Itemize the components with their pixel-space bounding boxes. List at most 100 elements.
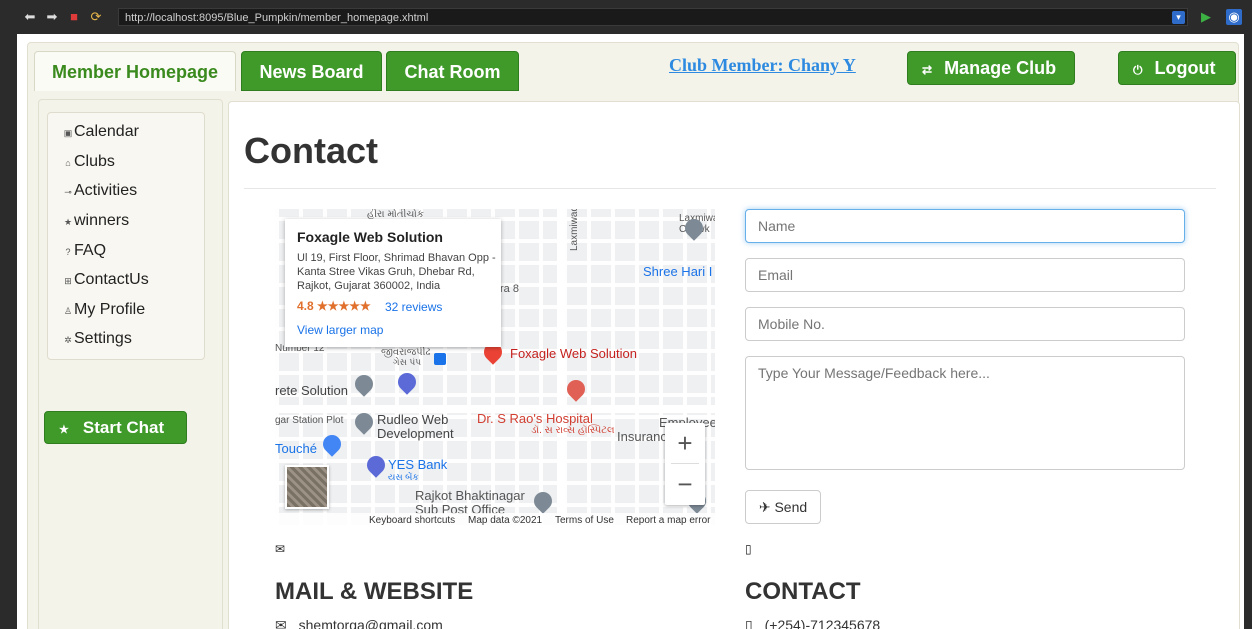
sidebar-item-label: ContactUs bbox=[74, 271, 149, 288]
sidebar-item-contactus[interactable]: ⊞ ContactUs bbox=[62, 271, 149, 289]
place-name: Foxagle Web Solution bbox=[297, 229, 443, 245]
dropdown-arrow-icon[interactable]: ▾ bbox=[1172, 11, 1185, 24]
manage-club-label: Manage Club bbox=[944, 58, 1057, 78]
satellite-toggle-thumbnail[interactable] bbox=[285, 465, 329, 509]
user-icon: ♙ bbox=[63, 306, 73, 316]
tab-member-homepage-label: Member Homepage bbox=[51, 62, 219, 82]
map-label: Rudleo Web Development bbox=[377, 412, 454, 441]
sidebar-item-activities[interactable]: ⊸ Activities bbox=[62, 182, 137, 200]
map-label: rete Solution bbox=[275, 383, 348, 398]
google-map[interactable]: હીરા મોતીચોક ra 8 Laxmiwa Chowk Shree Ha… bbox=[275, 209, 715, 529]
star-icon: ★ bbox=[59, 424, 69, 436]
sidebar-item-label: winners bbox=[74, 212, 130, 229]
email-address[interactable]: shemtorga@gmail.com bbox=[299, 617, 443, 629]
map-marker-label: Foxagle Web Solution bbox=[510, 346, 637, 361]
sidebar-item-clubs[interactable]: ⌂ Clubs bbox=[62, 153, 115, 171]
zoom-in-icon[interactable]: + bbox=[665, 423, 705, 463]
sidebar-menu: ▣ Calendar ⌂ Clubs ⊸ Activities ★ winners ? F… bbox=[47, 112, 205, 360]
map-label: Laxmiwadi 10 bbox=[569, 209, 580, 251]
email-input[interactable] bbox=[745, 258, 1185, 292]
sidebar-item-calendar[interactable]: ▣ Calendar bbox=[62, 123, 139, 141]
start-chat-button[interactable]: ★ Start Chat bbox=[44, 411, 187, 444]
question-icon: ? bbox=[65, 247, 71, 257]
paper-plane-icon: ✈ bbox=[758, 499, 771, 515]
tab-member-homepage[interactable]: Member Homepage bbox=[34, 51, 236, 91]
stop-icon[interactable]: ■ bbox=[66, 9, 82, 25]
map-label: ગેસ પંપ bbox=[393, 357, 422, 367]
map-info-card: Foxagle Web Solution Ul 19, First Floor,… bbox=[285, 219, 501, 347]
envelope-icon: ✉ bbox=[275, 542, 286, 556]
manage-club-button[interactable]: ⇄ Manage Club bbox=[907, 51, 1075, 85]
message-textarea[interactable] bbox=[745, 356, 1185, 470]
mobile-input[interactable] bbox=[745, 307, 1185, 341]
place-address: Ul 19, First Floor, Shrimad Bhavan Opp -… bbox=[297, 252, 496, 292]
ide-right-gutter bbox=[1244, 34, 1252, 629]
send-label: Send bbox=[774, 499, 808, 515]
ide-left-gutter bbox=[0, 0, 17, 629]
sidebar: ▣ Calendar ⌂ Clubs ⊸ Activities ★ winners ? F… bbox=[38, 99, 223, 629]
back-arrow-icon[interactable]: ⬅ bbox=[22, 9, 38, 25]
home-icon: ⌂ bbox=[65, 158, 71, 168]
gear-icon: ✲ bbox=[64, 335, 72, 345]
phone-number: (+254)-712345678 bbox=[764, 617, 881, 629]
place-rating: 4.8 ★★★★★ bbox=[297, 299, 371, 313]
sidebar-item-label: Clubs bbox=[74, 153, 115, 170]
map-label: ra 8 bbox=[500, 283, 519, 295]
address-bar[interactable]: http://localhost:8095/Blue_Pumpkin/membe… bbox=[118, 8, 1188, 26]
sidebar-item-faq[interactable]: ? FAQ bbox=[62, 242, 106, 260]
start-chat-label: Start Chat bbox=[82, 418, 165, 437]
power-icon: ⏻ bbox=[1133, 63, 1143, 77]
map-label: Dr. S Rao's Hospital bbox=[477, 411, 593, 426]
sidebar-item-settings[interactable]: ✲ Settings bbox=[62, 330, 132, 348]
main-content: Contact હીરા મોતીચોક ra 8 Laxmiwa Chowk … bbox=[228, 101, 1240, 629]
keyboard-shortcuts-link[interactable]: Keyboard shortcuts bbox=[369, 515, 455, 526]
refresh-icon[interactable]: ⟳ bbox=[88, 9, 104, 25]
map-label: YES Bank bbox=[388, 457, 448, 472]
mail-website-heading: MAIL & WEBSITE bbox=[275, 578, 474, 605]
terms-of-use-link[interactable]: Terms of Use bbox=[555, 515, 614, 526]
zoom-out-icon[interactable]: − bbox=[665, 464, 705, 504]
report-map-error-link[interactable]: Report a map error bbox=[626, 515, 710, 526]
tab-chat-room[interactable]: Chat Room bbox=[386, 51, 519, 91]
bus-stop-icon bbox=[434, 353, 446, 365]
mobile-phone-icon: ▯ bbox=[745, 542, 752, 556]
sidebar-item-winners[interactable]: ★ winners bbox=[62, 212, 129, 230]
phone-row: ▯ (+254)-712345678 bbox=[745, 617, 880, 629]
sidebar-item-label: Activities bbox=[74, 182, 138, 199]
tab-news-board[interactable]: News Board bbox=[241, 51, 382, 91]
map-data-text: Map data ©2021 bbox=[468, 515, 543, 526]
forward-arrow-icon[interactable]: ➡ bbox=[44, 9, 60, 25]
sidebar-item-label: FAQ bbox=[74, 242, 107, 259]
view-larger-map-link[interactable]: View larger map bbox=[297, 323, 383, 337]
contact-card-icon: ⊞ bbox=[64, 276, 72, 286]
sidebar-item-label: Calendar bbox=[74, 123, 139, 140]
map-label: gar Station Plot bbox=[275, 415, 344, 426]
map-zoom-control: + − bbox=[665, 423, 705, 505]
page: Member Homepage News Board Chat Room Clu… bbox=[17, 34, 1244, 629]
map-footer: Keyboard shortcuts Map data ©2021 Terms … bbox=[275, 513, 715, 529]
divider bbox=[244, 188, 1216, 189]
page-title: Contact bbox=[244, 130, 378, 171]
app-shell: Member Homepage News Board Chat Room Clu… bbox=[27, 42, 1240, 629]
name-input[interactable] bbox=[745, 209, 1185, 243]
club-member-link[interactable]: Club Member: Chany Y bbox=[669, 55, 856, 76]
envelope-icon: ✉ bbox=[275, 617, 287, 629]
map-road bbox=[557, 209, 565, 529]
address-url: http://localhost:8095/Blue_Pumpkin/membe… bbox=[125, 12, 429, 24]
sidebar-item-my-profile[interactable]: ♙ My Profile bbox=[62, 301, 145, 319]
reviews-link[interactable]: 32 reviews bbox=[385, 300, 442, 314]
map-label: ડૉ. સ રાવ્સ હૉસ્પિટલ bbox=[531, 425, 615, 436]
map-label: યસ બેંક bbox=[388, 472, 419, 482]
logout-button[interactable]: ⏻ Logout bbox=[1118, 51, 1236, 85]
star-icon: ★ bbox=[63, 217, 73, 227]
tab-news-board-label: News Board bbox=[259, 62, 364, 82]
email-row: ✉ shemtorga@gmail.com bbox=[275, 617, 443, 629]
sidebar-item-label: My Profile bbox=[74, 301, 146, 318]
mobile-phone-icon: ▯ bbox=[745, 617, 753, 629]
send-button[interactable]: ✈ Send bbox=[745, 490, 821, 524]
go-icon[interactable]: ▶ bbox=[1198, 9, 1214, 25]
map-label: Shree Hari I bbox=[643, 264, 713, 279]
sidebar-item-label: Settings bbox=[74, 330, 132, 347]
eclipse-icon[interactable]: ◉ bbox=[1226, 9, 1242, 25]
calendar-icon: ▣ bbox=[63, 128, 73, 138]
